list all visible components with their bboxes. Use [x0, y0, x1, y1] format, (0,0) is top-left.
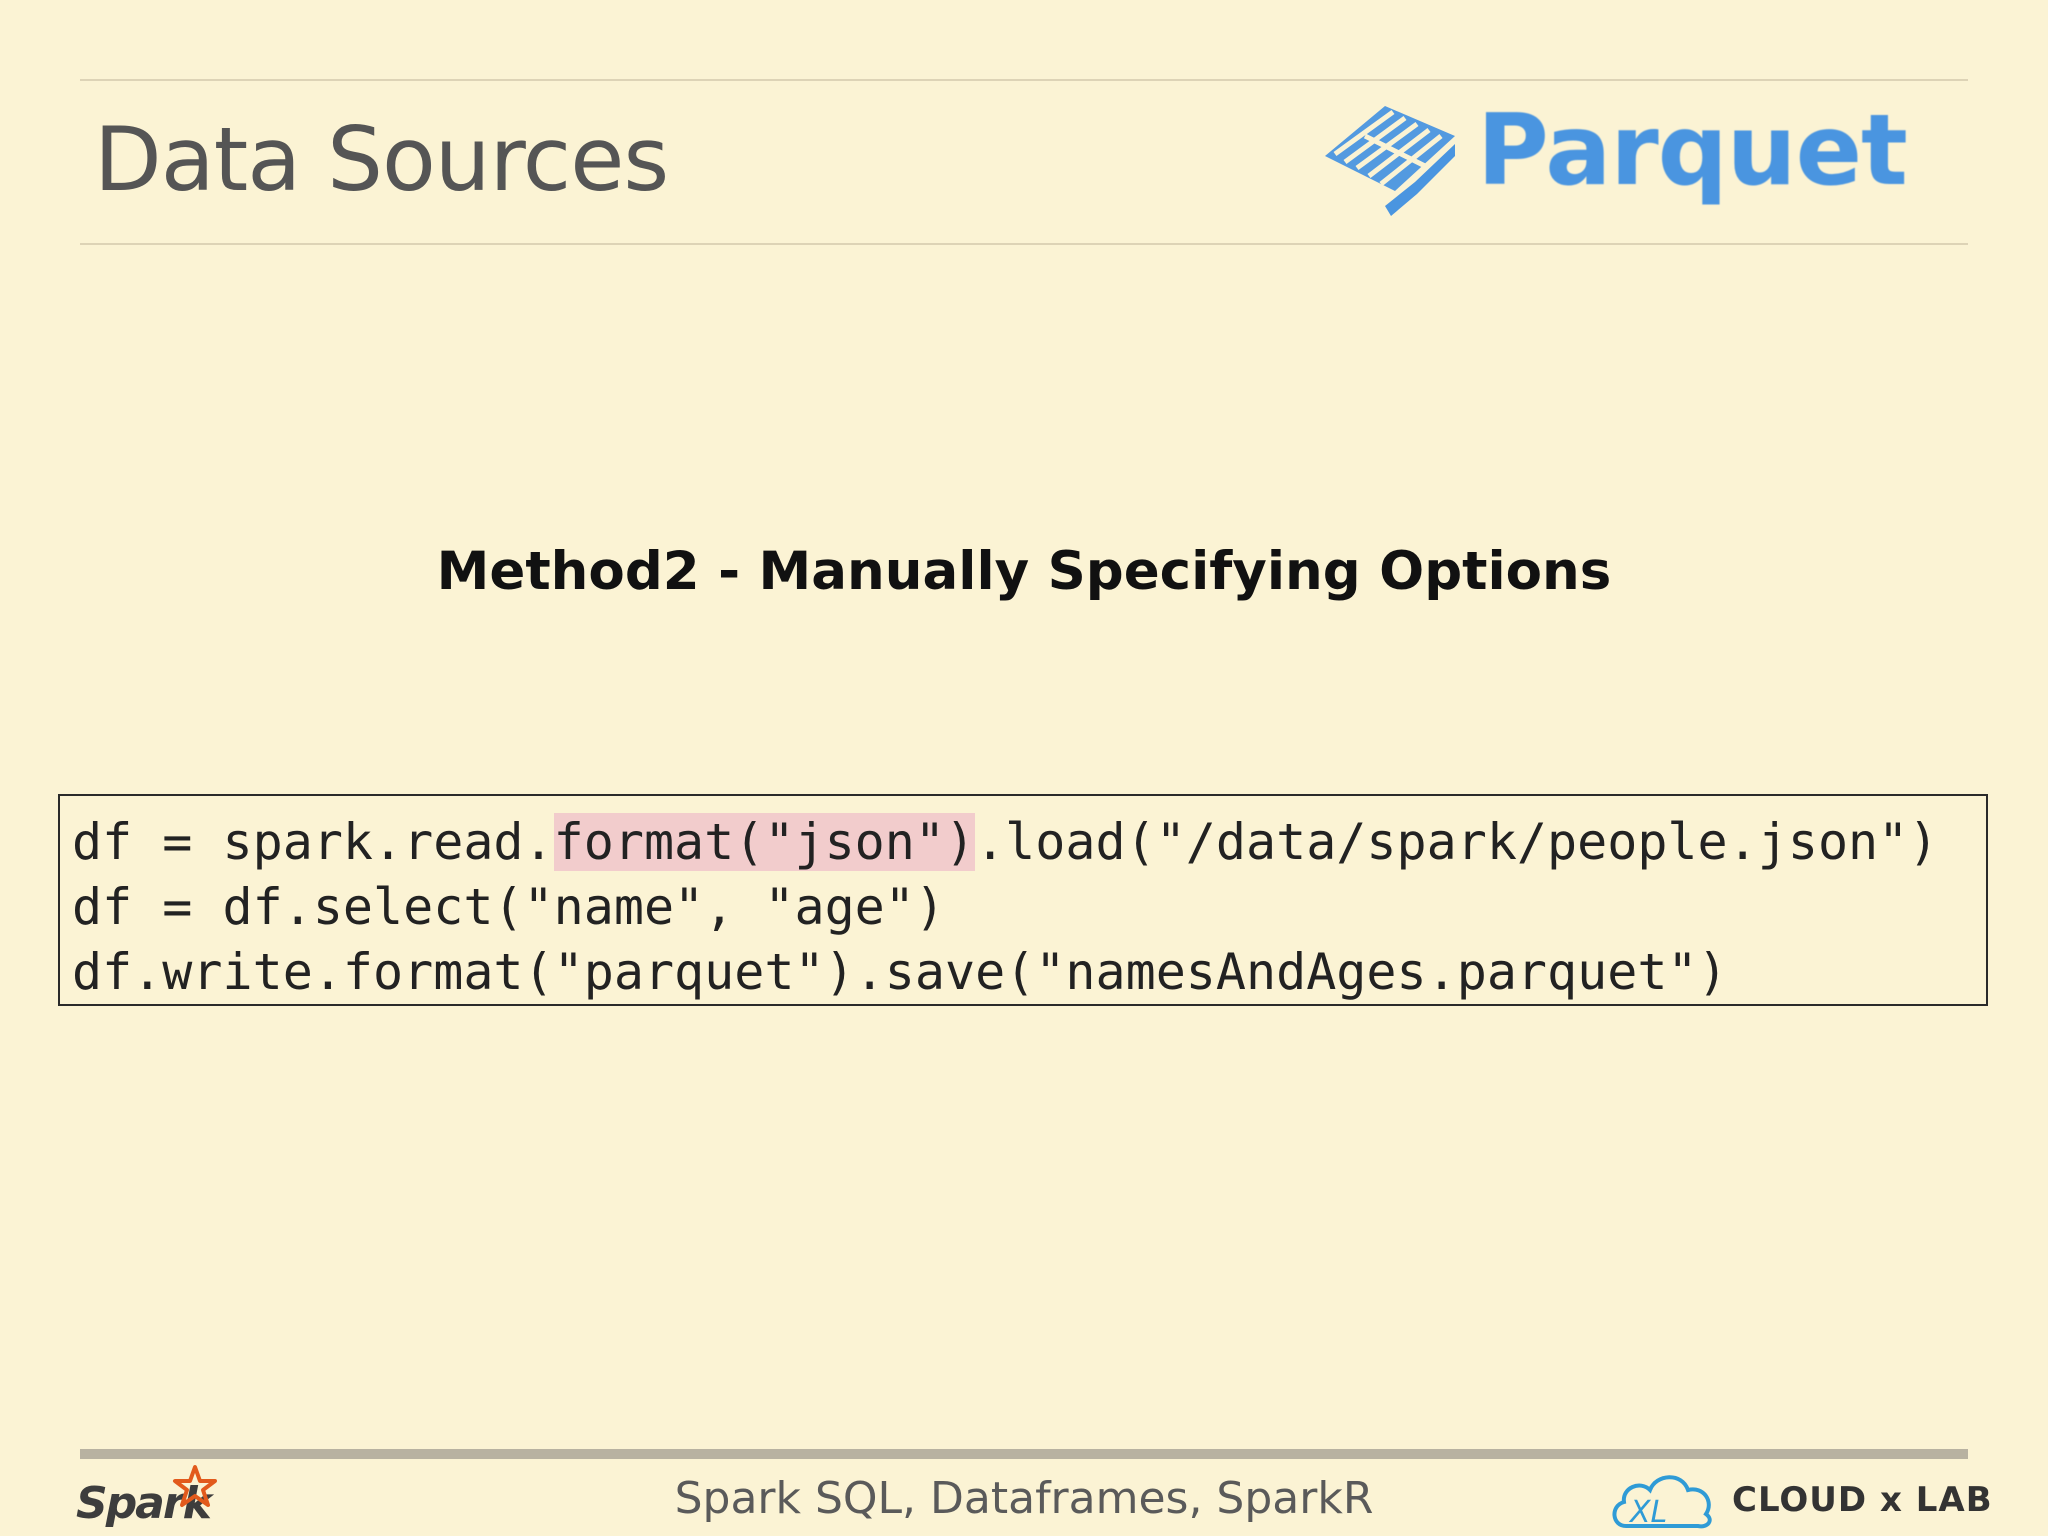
parquet-mark-icon: [1325, 106, 1455, 216]
footer-divider: [80, 1449, 1968, 1459]
parquet-logo: Parquet: [1305, 96, 1908, 226]
code-line-1-end: .load("/data/spark/people.json"): [975, 813, 1939, 871]
header-divider: [80, 243, 1968, 245]
cloudxlab-wordmark: CLOUD x LAB: [1732, 1480, 1993, 1520]
svg-text:XL: XL: [1628, 1495, 1667, 1530]
top-divider: [80, 79, 1968, 81]
cloudxlab-logo: XL CLOUD x LAB: [1608, 1468, 1992, 1532]
method-heading: Method2 - Manually Specifying Options: [436, 541, 1612, 602]
code-line-1-start: df = spark.read.: [72, 813, 554, 871]
parquet-wordmark: Parquet: [1477, 94, 1908, 208]
code-line-2: df = df.select("name", "age"): [72, 878, 945, 936]
code-highlight-format-json: format("json"): [553, 813, 976, 871]
cloud-icon: XL: [1612, 1475, 1712, 1530]
code-block: df = spark.read.format("json").load("/da…: [58, 794, 1988, 1006]
slide-title: Data Sources: [94, 108, 669, 211]
code-line-1: df = spark.read.format("json").load("/da…: [72, 810, 1986, 875]
code-line-3: df.write.format("parquet").save("namesAn…: [72, 943, 1728, 1001]
